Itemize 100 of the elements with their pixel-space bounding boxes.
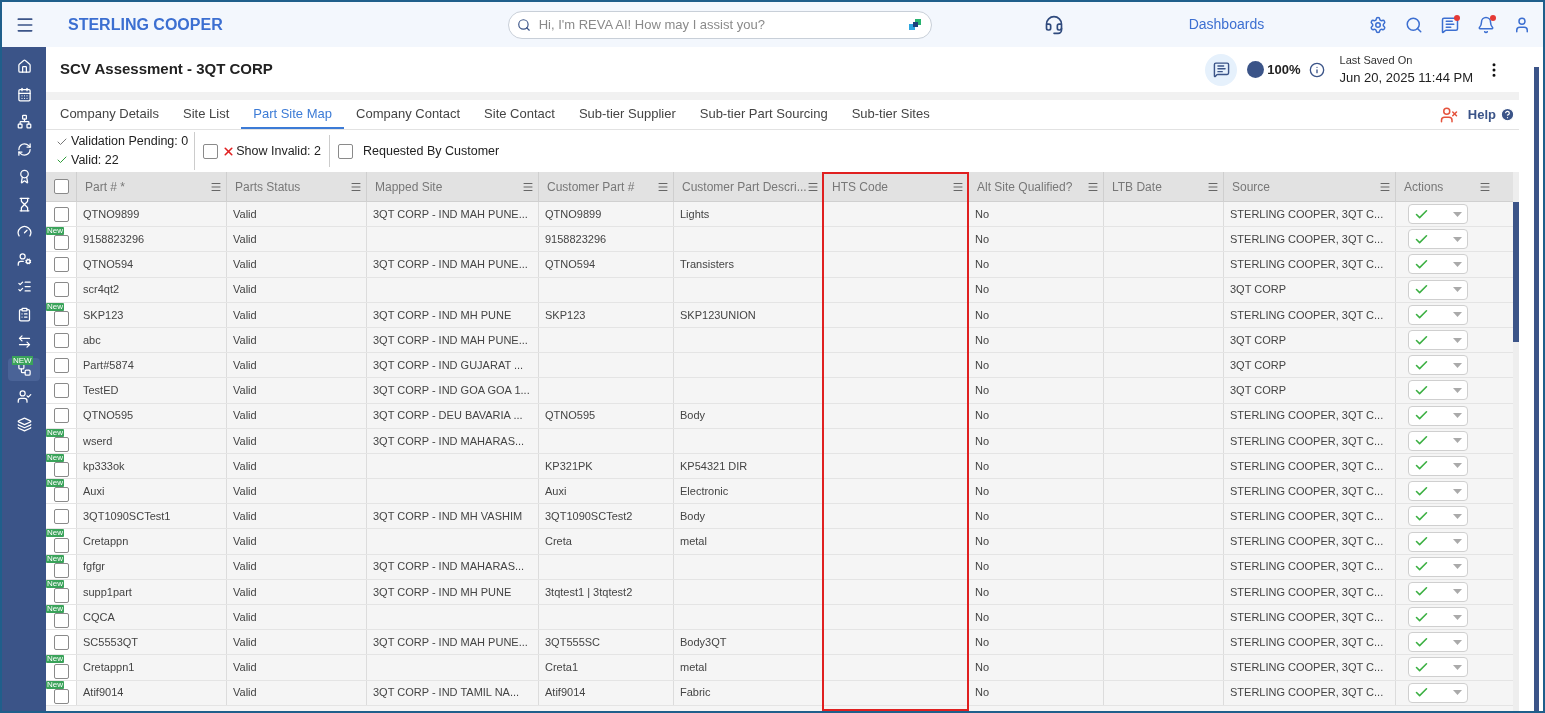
show-invalid-checkbox[interactable] [203, 143, 219, 159]
row-checkbox[interactable] [53, 256, 69, 272]
settings-icon[interactable] [1369, 15, 1387, 34]
approve-dropdown[interactable] [1408, 531, 1468, 552]
column-header[interactable]: LTB Date [1112, 177, 1162, 196]
approve-dropdown[interactable] [1408, 430, 1468, 451]
approve-dropdown[interactable] [1408, 330, 1468, 351]
row-checkbox[interactable] [53, 508, 69, 524]
search-icon[interactable] [1405, 15, 1423, 34]
row-checkbox[interactable] [53, 235, 69, 251]
help-link[interactable]: Help [1467, 104, 1496, 125]
tab[interactable]: Company Contact [344, 100, 473, 129]
column-header[interactable]: Customer Part Descri... [682, 177, 807, 196]
requested-checkbox[interactable] [338, 143, 353, 159]
column-menu-icon[interactable] [1379, 180, 1391, 193]
approve-dropdown[interactable] [1408, 506, 1468, 527]
column-menu-icon[interactable] [952, 180, 964, 193]
comment-icon [1212, 61, 1230, 78]
tab[interactable]: Sub-tier Part Sourcing [687, 100, 840, 129]
select-all-checkbox[interactable] [53, 179, 69, 194]
approve-dropdown[interactable] [1408, 380, 1468, 401]
column-header[interactable]: Parts Status [235, 177, 301, 196]
row-checkbox[interactable] [53, 310, 69, 326]
scrollbar-thumb[interactable] [1513, 202, 1519, 342]
caret-icon [1453, 639, 1462, 645]
approve-dropdown[interactable] [1408, 254, 1468, 275]
user-blocked-icon[interactable] [1439, 105, 1458, 124]
progress-percent: 100% [1267, 60, 1301, 79]
help-icon[interactable] [1500, 107, 1515, 122]
approve-dropdown[interactable] [1408, 682, 1468, 703]
approve-dropdown[interactable] [1408, 581, 1468, 602]
row-checkbox[interactable] [53, 688, 69, 704]
row-checkbox[interactable] [53, 436, 69, 452]
table-cell-text: metal [680, 534, 707, 550]
row-checkbox[interactable] [53, 332, 69, 348]
row-checkbox[interactable] [53, 462, 69, 478]
home-icon [16, 59, 32, 75]
approve-dropdown[interactable] [1408, 455, 1468, 476]
approve-dropdown[interactable] [1408, 657, 1468, 678]
row-checkbox[interactable] [53, 357, 69, 373]
approve-dropdown[interactable] [1408, 556, 1468, 577]
message-icon[interactable] [1441, 15, 1459, 34]
tab[interactable]: Part Site Map [241, 100, 344, 129]
tab[interactable]: Site Contact [472, 100, 567, 129]
column-header[interactable]: Alt Site Qualified? [977, 177, 1073, 196]
search-field[interactable]: Hi, I'm REVA AI! How may I assist you? [507, 10, 932, 39]
table-cell-text: Valid [233, 509, 257, 525]
row-checkbox[interactable] [53, 537, 69, 553]
table-cell-text: metal [680, 660, 707, 676]
row-checkbox[interactable] [53, 487, 69, 503]
approve-dropdown[interactable] [1408, 355, 1468, 376]
layers-icon [16, 416, 32, 432]
approve-dropdown[interactable] [1408, 481, 1468, 502]
row-checkbox[interactable] [53, 588, 69, 603]
column-menu-icon[interactable] [522, 180, 534, 193]
approve-dropdown[interactable] [1408, 304, 1468, 325]
row-checkbox[interactable] [53, 562, 69, 578]
page-scrollbar[interactable] [1534, 67, 1539, 711]
info-icon[interactable] [1308, 61, 1325, 78]
user-icon[interactable] [1513, 15, 1531, 34]
approve-dropdown[interactable] [1408, 607, 1468, 628]
row-checkbox[interactable] [53, 282, 69, 298]
comment-button[interactable] [1205, 53, 1238, 86]
column-menu-icon[interactable] [1087, 180, 1099, 193]
column-header[interactable]: HTS Code [832, 177, 889, 196]
column-header[interactable]: Source [1232, 177, 1271, 196]
tab[interactable]: Site List [171, 100, 242, 129]
row-checkbox[interactable] [53, 613, 69, 629]
column-menu-icon[interactable] [657, 180, 669, 193]
row-checkbox[interactable] [53, 408, 69, 424]
caret-icon [1453, 337, 1462, 343]
table-cell-text: Fabric [680, 685, 711, 701]
row-checkbox[interactable] [53, 382, 69, 398]
row-checkbox[interactable] [53, 663, 69, 679]
column-header[interactable]: Part # * [85, 177, 126, 196]
column-header[interactable]: Mapped Site [375, 177, 443, 196]
table-cell-text: 3QT CORP - IND MH VASHIM [373, 509, 523, 525]
bell-icon[interactable] [1477, 15, 1495, 34]
column-menu-icon[interactable] [210, 180, 222, 193]
approve-dropdown[interactable] [1408, 229, 1468, 250]
tab[interactable]: Company Details [48, 100, 171, 129]
column-menu-icon[interactable] [1207, 180, 1219, 193]
approve-dropdown[interactable] [1408, 279, 1468, 300]
column-menu-icon[interactable] [1479, 180, 1491, 193]
sidebar-item[interactable]: NEW [8, 357, 40, 381]
table-cell-text: Valid [233, 660, 257, 676]
approve-dropdown[interactable] [1408, 204, 1468, 225]
column-menu-icon[interactable] [350, 180, 362, 193]
column-header[interactable]: Actions [1404, 177, 1444, 196]
row-checkbox[interactable] [53, 634, 69, 650]
approve-dropdown[interactable] [1408, 632, 1468, 653]
dashboards-link[interactable]: Dashboards [1188, 14, 1265, 35]
tab[interactable]: Sub-tier Sites [839, 100, 942, 129]
column-menu-icon[interactable] [807, 180, 819, 193]
approve-dropdown[interactable] [1408, 405, 1468, 426]
row-checkbox[interactable] [53, 206, 69, 222]
headset-icon[interactable] [1043, 14, 1064, 35]
tab[interactable]: Sub-tier Supplier [566, 100, 688, 129]
column-header[interactable]: Customer Part # [547, 177, 635, 196]
search-input[interactable]: Hi, I'm REVA AI! How may I assist you? [538, 14, 901, 35]
